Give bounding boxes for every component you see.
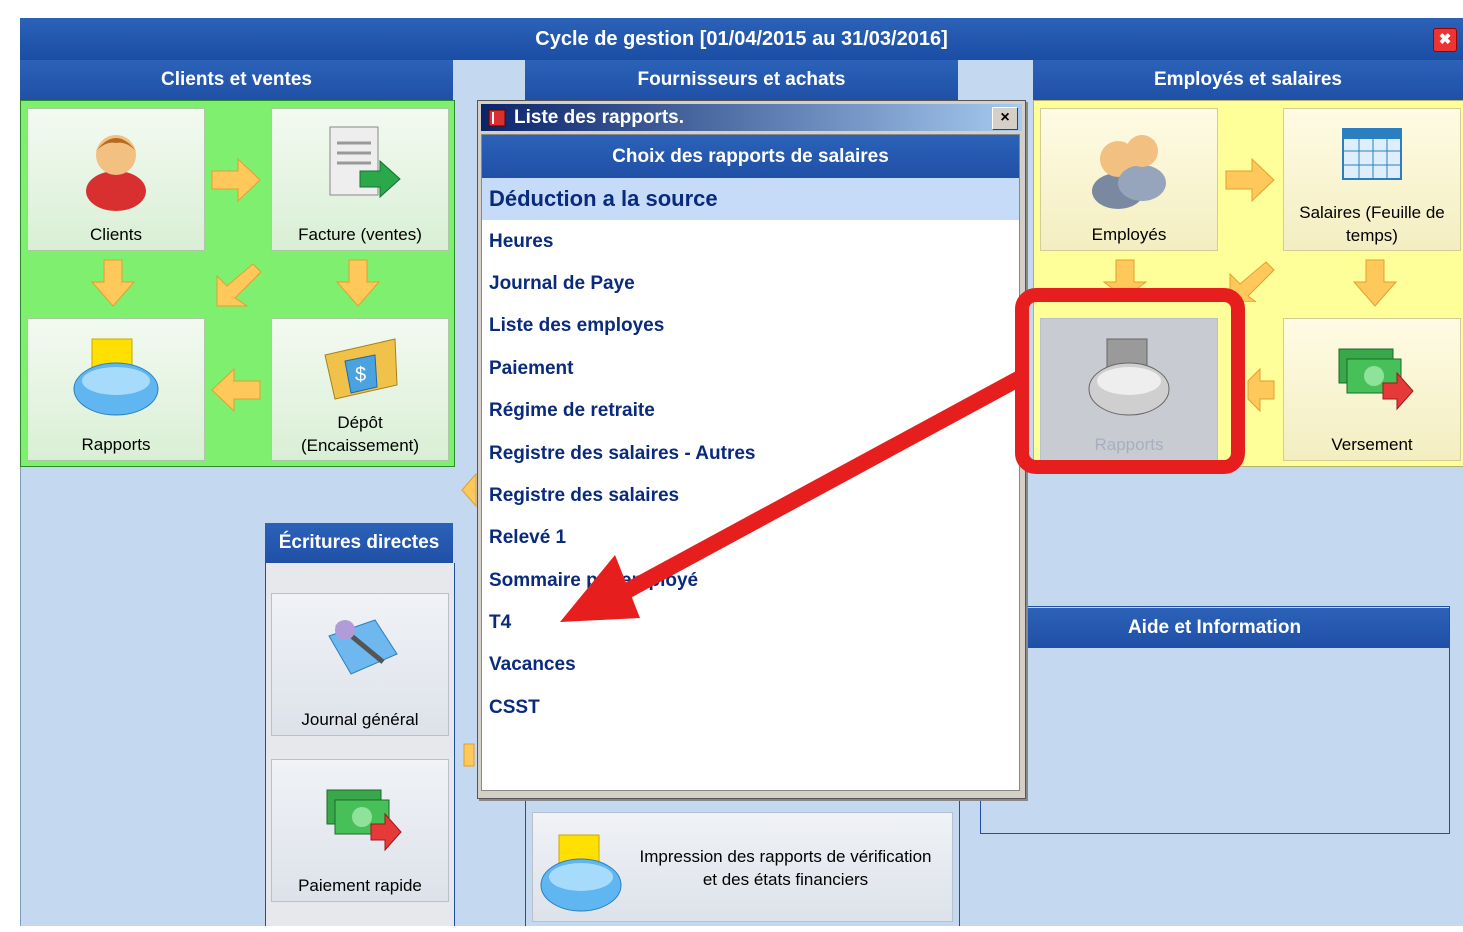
annotation-arrow-shaft bbox=[606, 370, 1024, 608]
annotation-overlay bbox=[560, 288, 1245, 622]
annotation-arrow-head bbox=[560, 555, 640, 622]
annotation-highlight-box bbox=[1015, 288, 1245, 474]
